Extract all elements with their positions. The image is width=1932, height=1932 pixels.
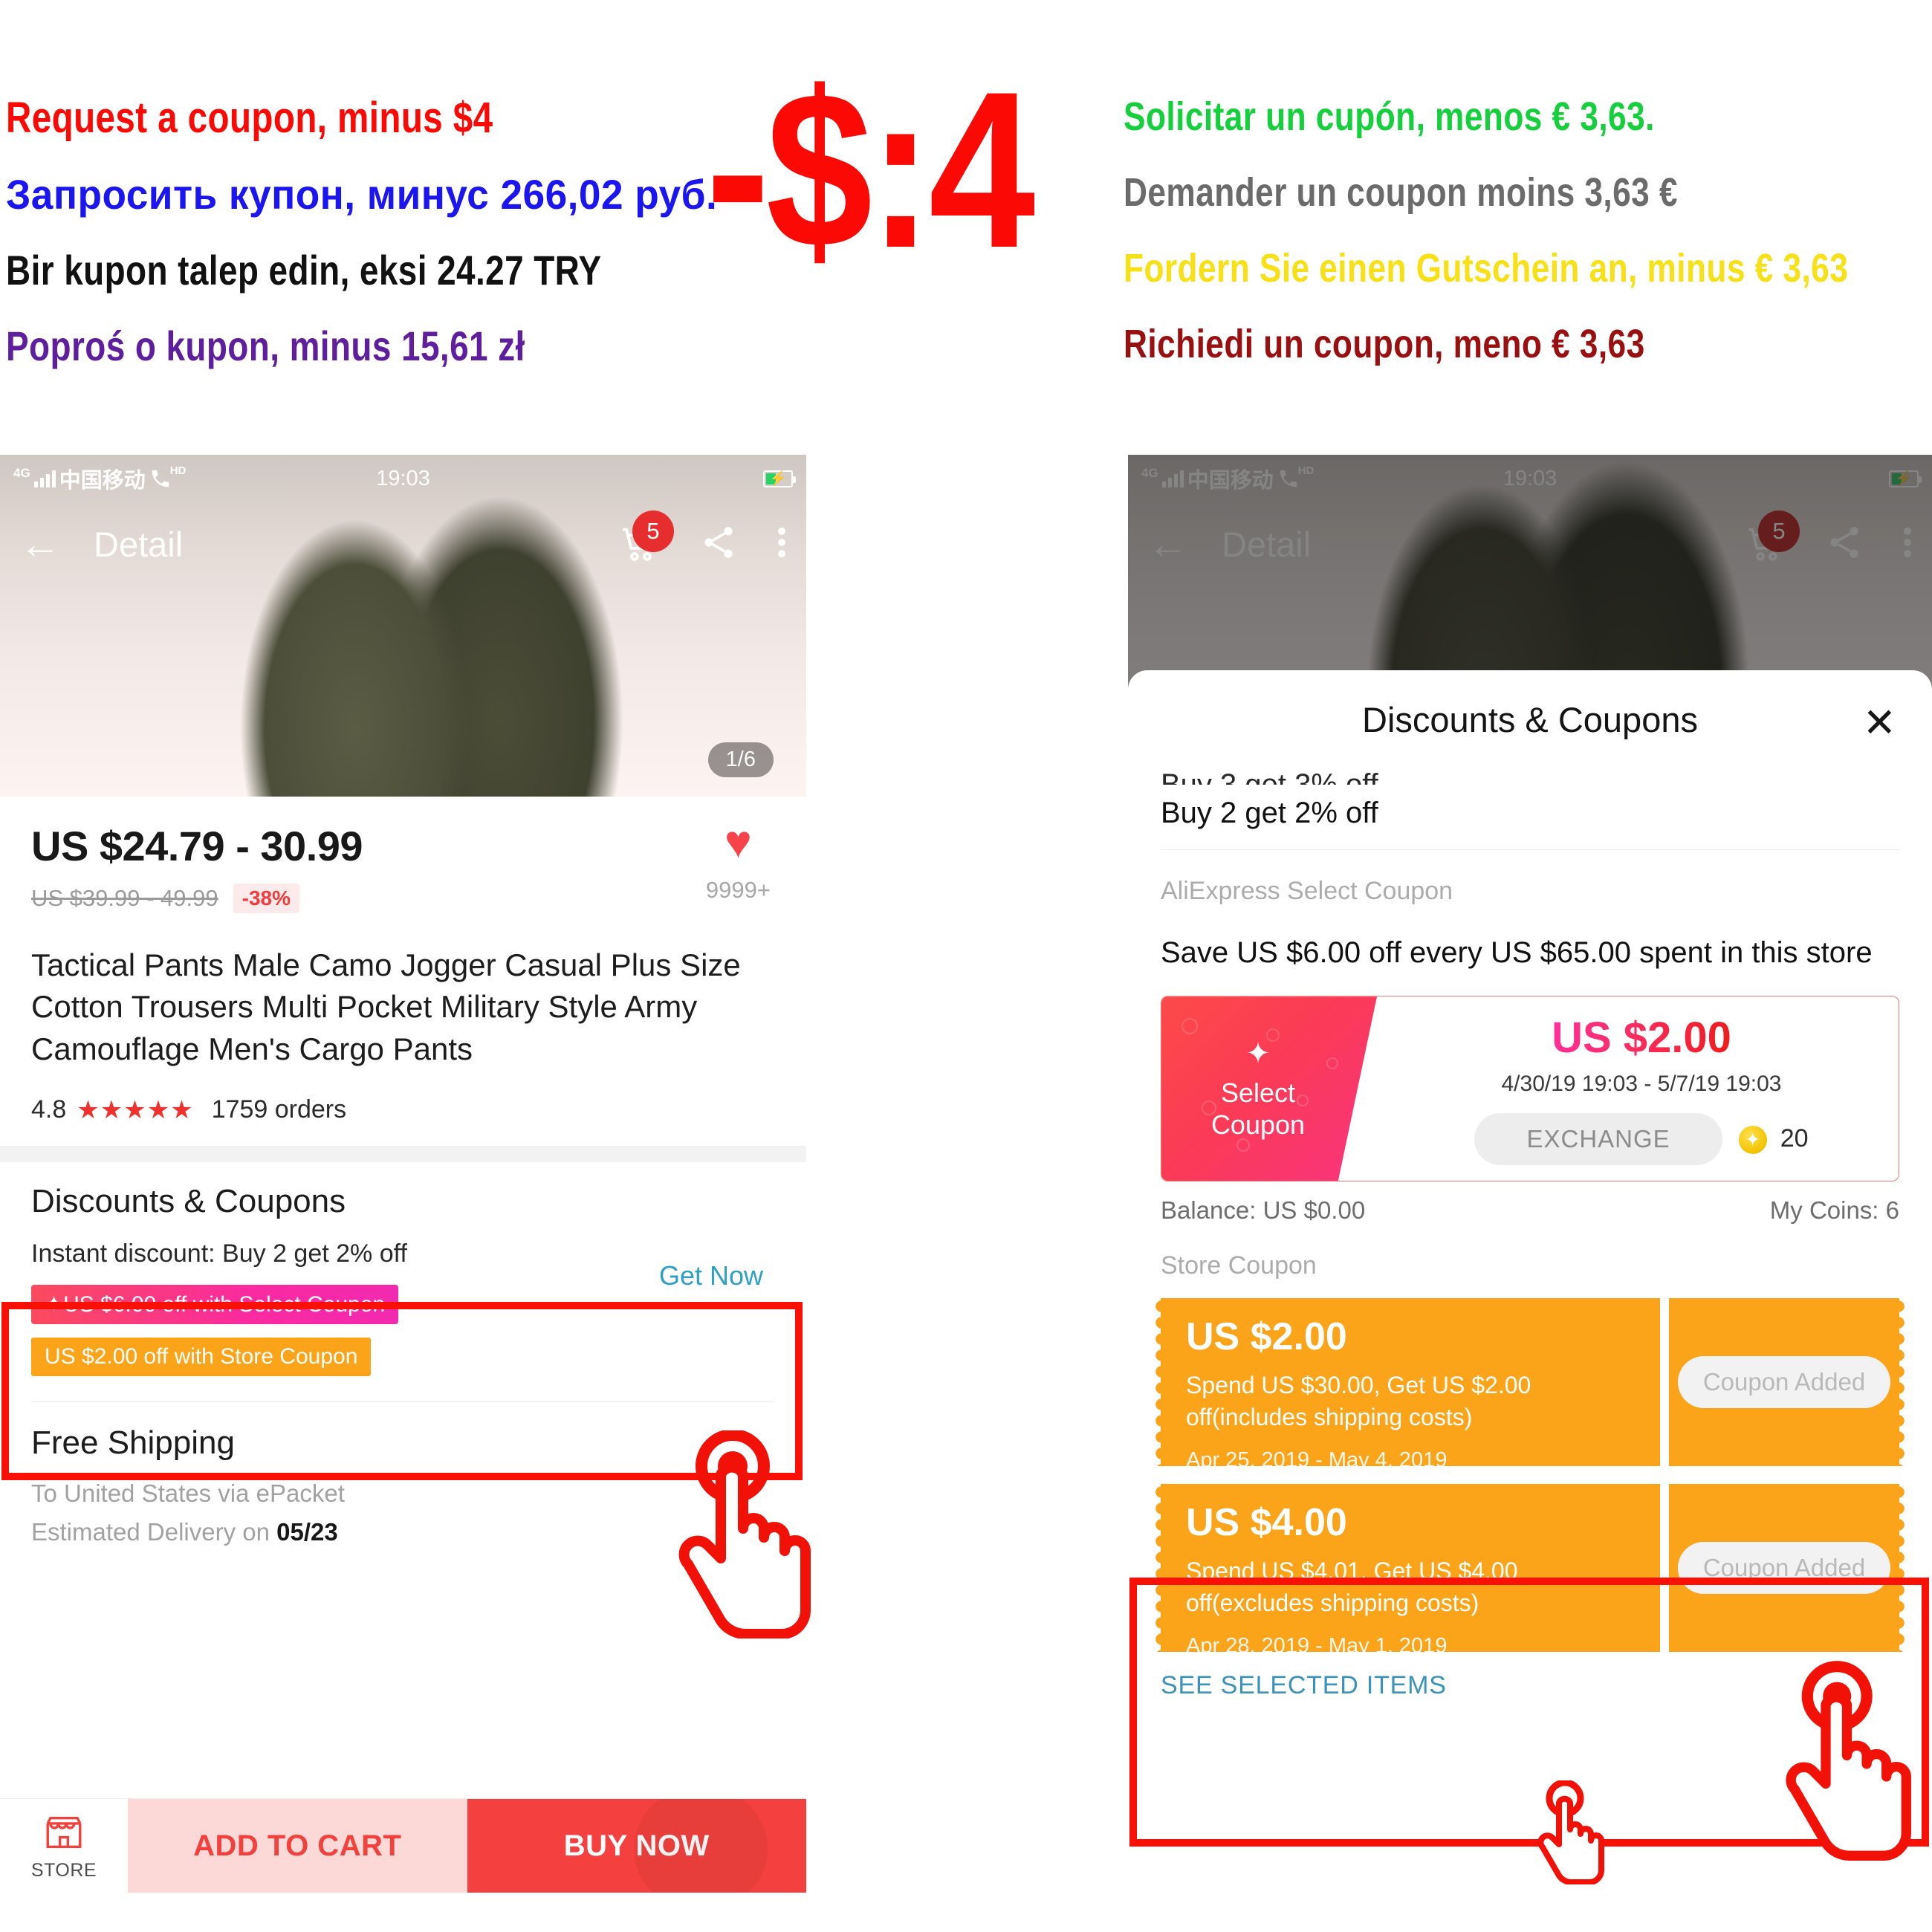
select-coupon-save-line: Save US $6.00 off every US $65.00 spent … xyxy=(1161,936,1873,969)
big-discount-text: -$:4 xyxy=(706,45,1035,294)
balance-label: Balance: US $0.00 xyxy=(1161,1196,1366,1225)
select-coupon-dates: 4/30/19 19:03 - 5/7/19 19:03 xyxy=(1501,1071,1782,1096)
sheet-content: Buy 3 get 3% off Buy 2 get 2% off AliExp… xyxy=(1128,768,1932,1719)
right-phone-screenshot: 4G 中国移动 HD 19:03 ⚡ ← Detail 5 Discounts … xyxy=(1128,455,1932,1850)
more-vertical-icon[interactable] xyxy=(777,523,787,565)
store-coupon-ticket[interactable]: US $4.00 Spend US $4.01, Get US $4.00 of… xyxy=(1153,1484,1907,1658)
banner-line-ru: Запросить купон, минус 266,02 руб. xyxy=(6,171,718,218)
promo-line: Buy 2 get 2% off xyxy=(1161,797,1378,829)
exchange-button[interactable]: EXCHANGE xyxy=(1474,1112,1722,1165)
discount-badge: -38% xyxy=(233,884,299,913)
estimated-delivery-label: Estimated Delivery on xyxy=(31,1517,277,1546)
select-brand-line1: Select xyxy=(1220,1077,1296,1108)
more-vertical-icon-right[interactable] xyxy=(1902,523,1913,565)
select-coupon-card[interactable]: ✦ Select Coupon US $2.00 4/30/19 19:03 -… xyxy=(1161,996,1899,1182)
shipping-section: Free Shipping To United States via ePack… xyxy=(0,1402,806,1573)
product-info: US $24.79 - 30.99 US $39.99 - 49.99 -38%… xyxy=(0,797,806,1146)
store-coupon-tag: US $2.00 off with Store Coupon xyxy=(31,1337,372,1376)
store-label: STORE xyxy=(30,1859,97,1881)
back-arrow-icon-right[interactable]: ← xyxy=(1147,523,1189,565)
shipping-method: To United States via ePacket xyxy=(31,1479,345,1507)
cart-button-right[interactable]: 5 xyxy=(1743,510,1800,565)
storefront-icon xyxy=(46,1816,82,1848)
bottom-action-bar: STORE ADD TO CART BUY NOW xyxy=(0,1798,806,1893)
clock-label: 19:03 xyxy=(376,466,430,490)
coupon-added-button[interactable]: Coupon Added xyxy=(1677,1356,1891,1409)
rating-value: 4.8 xyxy=(31,1095,67,1124)
store-coupon-ticket[interactable]: US $2.00 Spend US $30.00, Get US $2.00 o… xyxy=(1153,1298,1907,1472)
see-selected-items-link[interactable]: SEE SELECTED ITEMS xyxy=(1161,1671,1899,1719)
discounts-coupons-section[interactable]: Discounts & Coupons Instant discount: Bu… xyxy=(0,1162,806,1401)
left-phone-screenshot: 4G 中国移动 HD 19:03 ⚡ ← Detail 5 1/6 US $24… xyxy=(0,455,806,1893)
banner-line-de: Fordern Sie einen Gutschein an, minus € … xyxy=(1124,246,1849,291)
select-brand-line2: Coupon xyxy=(1210,1109,1306,1141)
select-coupon-amount: US $2.00 xyxy=(1552,1013,1731,1062)
store-coupon-group-label: Store Coupon xyxy=(1161,1251,1317,1280)
status-bar-right: 4G 中国移动 HD 19:03 ⚡ xyxy=(1128,455,1932,502)
banner-left-languages: Request a coupon, minus $4 Запросить куп… xyxy=(6,94,718,369)
shipping-heading: Free Shipping xyxy=(31,1424,235,1461)
page-title-right: Detail xyxy=(1222,524,1312,564)
status-bar: 4G 中国移动 HD 19:03 ⚡ xyxy=(0,455,806,502)
product-title: Tactical Pants Male Camo Jogger Casual P… xyxy=(31,947,741,1066)
battery-charging-icon: ⚡ xyxy=(763,470,796,487)
heart-icon[interactable]: ♥ xyxy=(706,820,771,866)
product-gallery[interactable]: 4G 中国移动 HD 19:03 ⚡ ← Detail 5 1/6 xyxy=(0,455,806,797)
my-coins-label: My Coins: 6 xyxy=(1769,1196,1899,1225)
banner-line-es: Solicitar un cupón, menos € 3,63. xyxy=(1124,94,1655,139)
select-coupon-group-label: AliExpress Select Coupon xyxy=(1161,877,1453,905)
section-divider xyxy=(0,1145,806,1162)
banner-line-en: Request a coupon, minus $4 xyxy=(6,94,493,142)
favorite-count: 9999+ xyxy=(705,876,771,903)
coin-cost: 20 xyxy=(1780,1124,1809,1153)
product-price: US $24.79 - 30.99 xyxy=(31,823,363,869)
select-coupon-tag: ✦US $6.00 off with Select Coupon xyxy=(31,1284,399,1324)
back-arrow-icon[interactable]: ← xyxy=(19,523,61,565)
get-now-link[interactable]: Get Now xyxy=(659,1260,763,1291)
page-title: Detail xyxy=(94,524,184,564)
cart-badge: 5 xyxy=(632,510,674,552)
sparkle-icon: ✦ xyxy=(1245,1037,1271,1070)
discounts-heading: Discounts & Coupons xyxy=(31,1182,346,1219)
store-coupon-amount: US $4.00 xyxy=(1186,1501,1347,1545)
app-bar: ← Detail 5 xyxy=(0,502,806,586)
store-coupon-desc: Spend US $4.01, Get US $4.00 off(exclude… xyxy=(1186,1557,1518,1617)
clipped-promo-line: Buy 3 get 3% off xyxy=(1161,768,1378,785)
banner-line-tr: Bir kupon talep edin, eksi 24.27 TRY xyxy=(6,247,602,294)
estimated-delivery-date: 05/23 xyxy=(276,1517,338,1546)
share-icon-right[interactable] xyxy=(1825,523,1864,565)
rating-stars-icon: ★★★★★ xyxy=(77,1095,194,1124)
banner-line-pl: Poproś o kupon, minus 15,61 zł xyxy=(6,322,525,369)
share-icon[interactable] xyxy=(699,523,738,565)
buy-now-button[interactable]: BUY NOW xyxy=(467,1799,806,1893)
banner-line-it: Richiedi un coupon, meno € 3,63 xyxy=(1124,322,1645,366)
banner-line-fr: Demander un coupon moins 3,63 € xyxy=(1124,170,1678,215)
coupons-bottom-sheet: Discounts & Coupons ✕ Buy 3 get 3% off B… xyxy=(1128,670,1932,1850)
store-coupon-dates: Apr 28, 2019 - May 1, 2019 xyxy=(1186,1633,1448,1658)
orders-count: 1759 orders xyxy=(211,1095,347,1124)
battery-charging-icon-right: ⚡ xyxy=(1889,470,1922,487)
coupon-added-button[interactable]: Coupon Added xyxy=(1677,1542,1891,1595)
divider xyxy=(1161,849,1899,850)
add-to-cart-button[interactable]: ADD TO CART xyxy=(128,1799,467,1893)
gallery-pager: 1/6 xyxy=(707,742,774,777)
store-coupon-dates: Apr 25, 2019 - May 4, 2019 xyxy=(1186,1448,1448,1472)
sheet-title: Discounts & Coupons xyxy=(1362,699,1698,739)
store-button[interactable]: STORE xyxy=(0,1799,128,1893)
clock-label-right: 19:03 xyxy=(1503,466,1557,490)
cart-button[interactable]: 5 xyxy=(617,510,674,565)
banner-right-languages: Solicitar un cupón, menos € 3,63. Demand… xyxy=(1124,97,1926,364)
cart-badge-right: 5 xyxy=(1758,510,1800,552)
store-coupon-desc: Spend US $30.00, Get US $2.00 off(includ… xyxy=(1186,1372,1531,1431)
close-icon[interactable]: ✕ xyxy=(1863,703,1896,743)
store-coupon-amount: US $2.00 xyxy=(1186,1315,1347,1359)
select-coupon-brand: ✦ Select Coupon xyxy=(1161,996,1377,1181)
coin-icon: ✦ xyxy=(1738,1125,1767,1154)
app-bar-right: ← Detail 5 xyxy=(1128,502,1932,586)
estimated-delivery: Estimated Delivery on 05/23 xyxy=(31,1518,775,1546)
product-price-original: US $39.99 - 49.99 xyxy=(31,885,218,911)
